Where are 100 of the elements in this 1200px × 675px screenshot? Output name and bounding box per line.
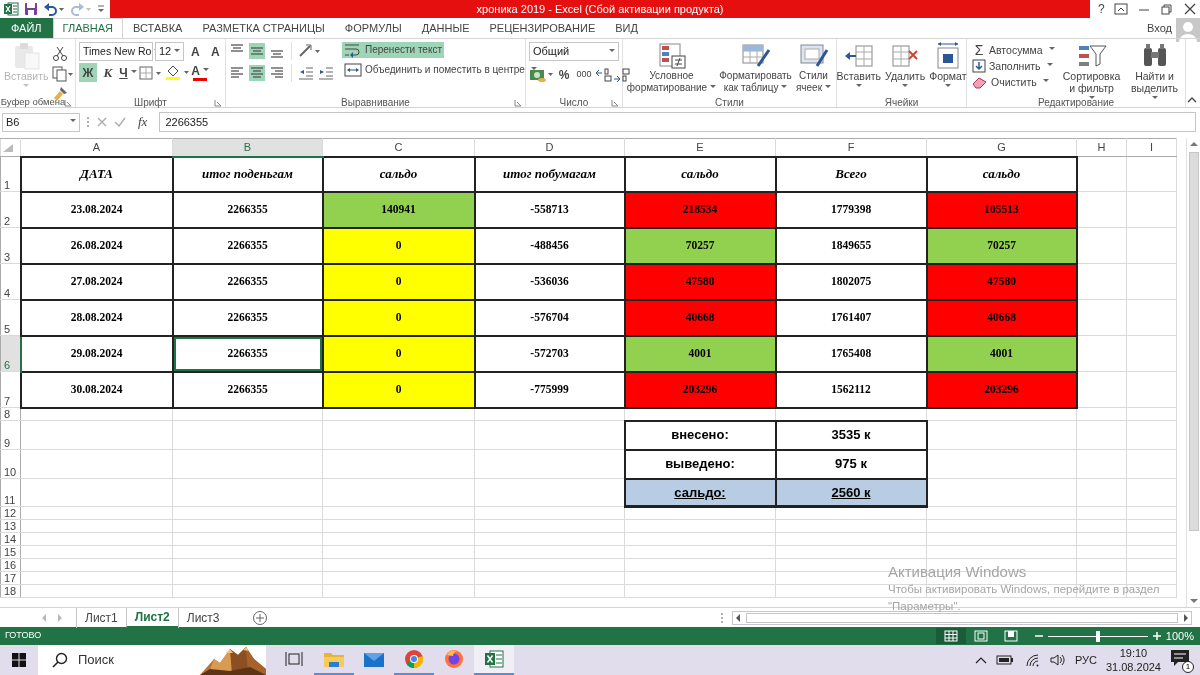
ribbon-tab[interactable]: ФОРМУЛЫ [334,18,412,38]
font-size-field[interactable]: 12 [155,42,185,61]
add-sheet-icon[interactable] [251,609,268,626]
search-field[interactable]: Поиск [38,645,266,675]
row-header[interactable]: 6 [0,335,21,372]
formula-field[interactable]: 2266355 [159,112,1196,132]
insert-function-button[interactable]: fx [132,112,154,132]
zoom-level[interactable]: 100% [1161,627,1200,645]
underline-button[interactable]: Ч [119,63,137,82]
merge-center-button[interactable]: Объединить и поместить в центре [342,62,539,78]
column-header[interactable]: I [1126,138,1177,157]
cut-icon[interactable] [51,46,68,62]
column-header[interactable]: E [624,138,776,157]
insert-cells-button[interactable]: Вставить [835,42,883,95]
volume-icon[interactable] [1049,653,1066,667]
zoom-in-icon[interactable] [1151,631,1162,641]
row-header[interactable]: 9 [0,420,21,450]
autosum-button[interactable]: Σ Автосумма [970,42,1057,58]
row-header[interactable]: 13 [0,519,21,533]
row-header[interactable]: 5 [0,299,21,336]
wrap-text-button[interactable]: Перенести текст [342,42,444,58]
ribbon-tab[interactable]: РЕЦЕНЗИРОВАНИЕ [479,18,606,38]
delete-cells-button[interactable]: Удалить [884,42,927,95]
row-header[interactable]: 18 [0,584,21,598]
grow-font-button[interactable]: A [186,42,205,61]
align-middle-icon[interactable] [249,43,265,59]
thousands-button[interactable]: 000 [573,65,595,84]
row-header[interactable]: 10 [0,449,21,479]
view-button[interactable] [935,628,966,644]
column-header[interactable]: A [20,138,173,157]
start-icon[interactable] [11,652,27,668]
column-header[interactable]: B [172,138,323,157]
format-cells-button[interactable]: Формат [928,42,968,95]
show-hidden-icons[interactable] [974,656,987,664]
ribbon-tab[interactable]: ВИД [605,18,648,38]
row-header[interactable]: 14 [0,532,21,546]
row-header[interactable]: 7 [0,371,21,408]
taskbar-button[interactable] [474,645,514,675]
language-indicator[interactable]: РУС [1074,651,1097,669]
cell-styles-button[interactable]: Стили ячеек [793,42,834,95]
name-box[interactable]: B6 [2,112,80,132]
shrink-font-button[interactable]: A [206,42,225,61]
dialog-launcher-icon[interactable] [64,99,72,107]
row-header[interactable]: 3 [0,227,21,264]
wifi-icon[interactable] [1024,653,1041,667]
copy-icon[interactable] [51,66,74,82]
column-header[interactable]: D [474,138,625,157]
row-header[interactable]: 4 [0,263,21,300]
sign-in-link[interactable]: Вход [1147,19,1172,38]
increase-indent-icon[interactable] [318,65,334,81]
ribbon-tab[interactable]: ВСТАВКА [123,18,193,38]
select-all-button[interactable] [0,138,21,157]
help-button[interactable]: ? [1098,0,1105,18]
notifications-button[interactable]: 1 [1170,649,1192,671]
row-header[interactable]: 15 [0,545,21,559]
decrease-decimal-icon[interactable] [613,66,631,83]
ribbon-display-icon[interactable] [1113,3,1128,15]
row-header[interactable]: 16 [0,558,21,572]
column-header[interactable]: F [775,138,927,157]
row-header[interactable]: 8 [0,407,21,421]
horizontal-scrollbar[interactable] [732,610,1192,625]
ribbon-tab[interactable]: ФАЙЛ [0,18,53,38]
zoom-slider-thumb[interactable] [1095,630,1100,642]
align-left-icon[interactable] [229,65,245,81]
row-header[interactable]: 2 [0,191,21,228]
conditional-formatting-button[interactable]: Условное форматирование [625,42,718,95]
number-format-field[interactable]: Общий [529,42,619,61]
column-header[interactable]: C [322,138,475,157]
ribbon-tab[interactable]: РАЗМЕТКА СТРАНИЦЫ [192,18,335,38]
column-header[interactable]: G [926,138,1077,157]
ribbon-tab[interactable]: ДАННЫЕ [411,18,480,38]
font-color-button[interactable]: A [193,64,207,81]
undo-icon[interactable] [43,2,65,16]
fill-button[interactable]: Заполнить [970,58,1057,74]
collapse-ribbon-icon[interactable] [1186,95,1198,103]
fill-color-icon[interactable] [165,64,191,81]
italic-button[interactable]: К [99,63,117,82]
percent-button[interactable]: % [555,65,573,84]
row-header[interactable]: 11 [0,478,21,507]
clear-button[interactable]: Очистить [970,74,1057,90]
row-header[interactable]: 17 [0,571,21,585]
orientation-icon[interactable] [298,43,322,59]
row-header[interactable]: 12 [0,506,21,520]
ribbon-tab[interactable]: ГЛАВНАЯ [52,18,124,38]
dialog-launcher-icon[interactable] [611,99,619,107]
column-header[interactable]: H [1076,138,1127,157]
close-icon[interactable] [1182,3,1197,15]
decrease-indent-icon[interactable] [298,65,314,81]
sheet-tab[interactable]: Лист2 [125,607,178,628]
row-header[interactable]: 1 [0,156,21,192]
enter-icon[interactable] [114,116,126,128]
battery-icon[interactable] [995,654,1016,666]
dialog-launcher-icon[interactable] [514,99,522,107]
cancel-icon[interactable] [96,116,108,128]
increase-decimal-icon[interactable] [595,66,613,83]
align-center-icon[interactable] [249,65,265,81]
restore-icon[interactable] [1159,3,1174,15]
dialog-launcher-icon[interactable] [214,99,222,107]
bold-button[interactable]: Ж [79,63,97,82]
scroll-right-icon[interactable] [1181,612,1191,623]
